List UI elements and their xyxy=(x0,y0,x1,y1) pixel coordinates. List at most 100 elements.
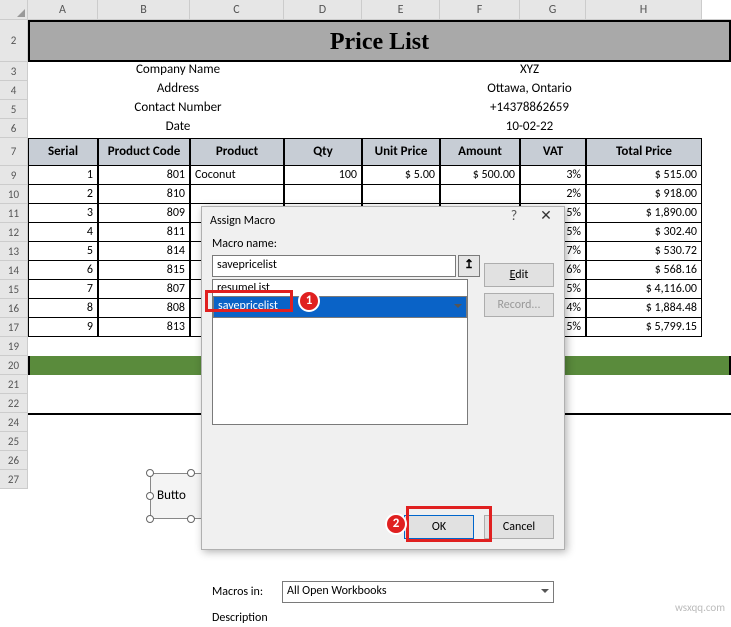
col-qty[interactable]: Qty xyxy=(284,138,362,166)
row-header[interactable]: 25 xyxy=(0,432,27,451)
reference-button[interactable]: ↥ xyxy=(458,255,480,277)
macros-in-select[interactable]: All Open Workbooks xyxy=(282,581,554,603)
row-header[interactable]: 22 xyxy=(0,394,27,413)
resize-handle[interactable] xyxy=(146,492,154,500)
row-header[interactable]: 17 xyxy=(0,318,27,337)
col-unit-price[interactable]: Unit Price xyxy=(362,138,440,166)
col-total-price[interactable]: Total Price xyxy=(586,138,702,166)
cell-unit[interactable] xyxy=(362,185,440,204)
cell-product[interactable]: Coconut xyxy=(190,166,284,185)
macro-name-input[interactable]: savepricelist xyxy=(212,255,456,277)
annotation-box xyxy=(205,290,293,312)
info-label: Company Name xyxy=(28,62,328,81)
cell-total[interactable]: $ 918.00 xyxy=(586,185,702,204)
row-header[interactable]: 2 xyxy=(0,20,27,62)
cell-serial[interactable]: 5 xyxy=(28,242,98,261)
row-header[interactable]: 16 xyxy=(0,299,27,318)
cell-amount[interactable]: $ 500.00 xyxy=(440,166,520,185)
row-header[interactable]: 27 xyxy=(0,470,27,489)
row-header[interactable]: 10 xyxy=(0,185,27,204)
row-header[interactable]: 24 xyxy=(0,413,27,432)
resize-handle[interactable] xyxy=(146,515,154,523)
col-header[interactable]: C xyxy=(190,0,284,19)
row-header[interactable]: 14 xyxy=(0,261,27,280)
cell-vat[interactable]: 2% xyxy=(520,185,586,204)
cell-code[interactable]: 807 xyxy=(98,280,190,299)
cell-code[interactable]: 809 xyxy=(98,204,190,223)
cell-amount[interactable] xyxy=(440,185,520,204)
col-header[interactable]: A xyxy=(28,0,98,19)
row-header[interactable]: 11 xyxy=(0,204,27,223)
sheet-title: Price List xyxy=(28,20,731,62)
cell-total[interactable]: $ 568.16 xyxy=(586,261,702,280)
col-header[interactable]: H xyxy=(586,0,702,19)
cell-unit[interactable]: $ 5.00 xyxy=(362,166,440,185)
table-row[interactable]: 2 810 2% $ 918.00 xyxy=(28,185,731,204)
row-header[interactable]: 9 xyxy=(0,166,27,185)
cell-total[interactable]: $ 5,799.15 xyxy=(586,318,702,337)
cell-vat[interactable]: 3% xyxy=(520,166,586,185)
row-header[interactable]: 12 xyxy=(0,223,27,242)
cell-product[interactable] xyxy=(190,185,284,204)
col-header[interactable]: B xyxy=(98,0,190,19)
cell-code[interactable]: 808 xyxy=(98,299,190,318)
cell-serial[interactable]: 3 xyxy=(28,204,98,223)
row-header[interactable]: 3 xyxy=(0,62,27,81)
row-header[interactable]: 15 xyxy=(0,280,27,299)
row-header[interactable]: 5 xyxy=(0,100,27,119)
info-label: Date xyxy=(28,119,328,138)
col-product-code[interactable]: Product Code xyxy=(98,138,190,166)
col-header[interactable]: E xyxy=(362,0,440,19)
cell-qty[interactable] xyxy=(284,185,362,204)
col-header[interactable]: D xyxy=(284,0,362,19)
help-button[interactable]: ? xyxy=(500,207,528,224)
cell-total[interactable]: $ 530.72 xyxy=(586,242,702,261)
cell-code[interactable]: 811 xyxy=(98,223,190,242)
row-header[interactable]: 19 xyxy=(0,337,27,356)
resize-handle[interactable] xyxy=(146,469,154,477)
assign-macro-dialog: Assign Macro ? ✕ Macro name: savepriceli… xyxy=(201,206,565,550)
row-header[interactable]: 7 xyxy=(0,138,27,166)
close-button[interactable]: ✕ xyxy=(532,207,560,224)
row-header[interactable]: 26 xyxy=(0,451,27,470)
cell-code[interactable]: 801 xyxy=(98,166,190,185)
col-serial[interactable]: Serial xyxy=(28,138,98,166)
resize-handle[interactable] xyxy=(187,469,195,477)
col-header[interactable]: G xyxy=(520,0,586,19)
cell-serial[interactable]: 4 xyxy=(28,223,98,242)
cell-total[interactable]: $ 515.00 xyxy=(586,166,702,185)
row-header[interactable]: 13 xyxy=(0,242,27,261)
cell-total[interactable]: $ 302.40 xyxy=(586,223,702,242)
row-header[interactable]: 4 xyxy=(0,81,27,100)
cell-serial[interactable]: 2 xyxy=(28,185,98,204)
cell-code[interactable]: 814 xyxy=(98,242,190,261)
cell-total[interactable]: $ 1,890.00 xyxy=(586,204,702,223)
annotation-badge: 2 xyxy=(385,513,407,535)
row-header[interactable]: 21 xyxy=(0,375,27,394)
cell-serial[interactable]: 1 xyxy=(28,166,98,185)
row-header[interactable]: 6 xyxy=(0,119,27,138)
cell-code[interactable]: 810 xyxy=(98,185,190,204)
cancel-button[interactable]: Cancel xyxy=(484,515,554,539)
resize-handle[interactable] xyxy=(187,515,195,523)
row-header[interactable]: 20 xyxy=(0,356,27,375)
cell-serial[interactable]: 9 xyxy=(28,318,98,337)
col-product[interactable]: Product xyxy=(190,138,284,166)
table-row[interactable]: 1 801 Coconut 100 $ 5.00 $ 500.00 3% $ 5… xyxy=(28,166,731,185)
annotation-badge: 1 xyxy=(298,290,320,312)
cell-serial[interactable]: 6 xyxy=(28,261,98,280)
edit-button[interactable]: Edit xyxy=(484,263,554,287)
cell-qty[interactable]: 100 xyxy=(284,166,362,185)
cell-serial[interactable]: 7 xyxy=(28,280,98,299)
select-all-corner[interactable] xyxy=(0,0,28,19)
cell-code[interactable]: 815 xyxy=(98,261,190,280)
cell-total[interactable]: $ 4,116.00 xyxy=(586,280,702,299)
info-label: Contact Number xyxy=(28,100,328,119)
cell-code[interactable]: 813 xyxy=(98,318,190,337)
col-header[interactable]: F xyxy=(440,0,520,19)
col-amount[interactable]: Amount xyxy=(440,138,520,166)
col-vat[interactable]: VAT xyxy=(520,138,586,166)
record-button[interactable]: Record... xyxy=(484,293,554,317)
cell-total[interactable]: $ 1,884.48 xyxy=(586,299,702,318)
cell-serial[interactable]: 8 xyxy=(28,299,98,318)
